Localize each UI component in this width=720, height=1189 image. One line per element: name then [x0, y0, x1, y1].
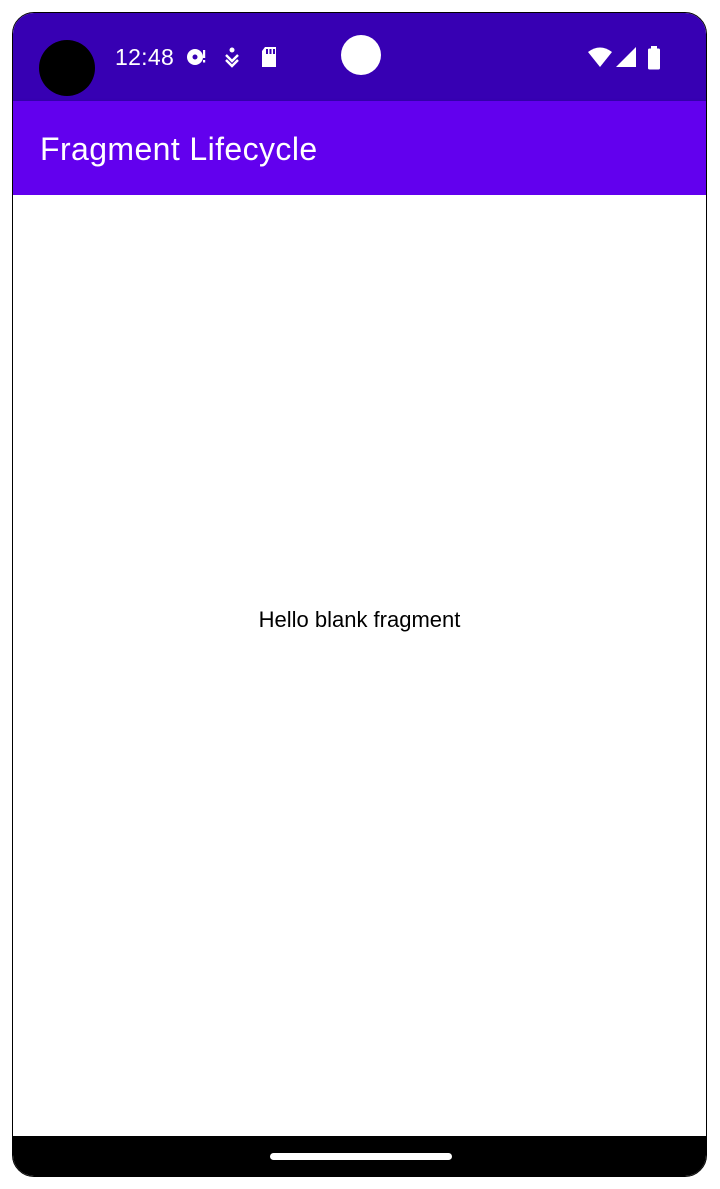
- status-time: 12:48: [115, 44, 175, 70]
- disc-sync-icon: [185, 46, 207, 68]
- navigation-bar: [13, 1136, 706, 1176]
- front-camera-cutout: [39, 40, 95, 96]
- battery-icon: [647, 46, 661, 70]
- fragment-container: Hello blank fragment: [13, 195, 706, 1139]
- app-title: Fragment Lifecycle: [40, 131, 318, 167]
- status-bar: 12:48: [13, 13, 706, 101]
- download-notification-icon: [223, 46, 241, 68]
- app-bar: Fragment Lifecycle: [13, 101, 706, 195]
- wifi-icon: [587, 46, 613, 68]
- phone-frame: 12:48 Fragment Lifecycle Hello blank fra…: [12, 12, 707, 1177]
- cellular-signal-icon: [615, 46, 637, 68]
- home-gesture-handle[interactable]: [270, 1153, 452, 1160]
- fragment-message: Hello blank fragment: [258, 607, 461, 632]
- sd-card-icon: [260, 46, 278, 68]
- camera-indicator-dot: [341, 35, 381, 75]
